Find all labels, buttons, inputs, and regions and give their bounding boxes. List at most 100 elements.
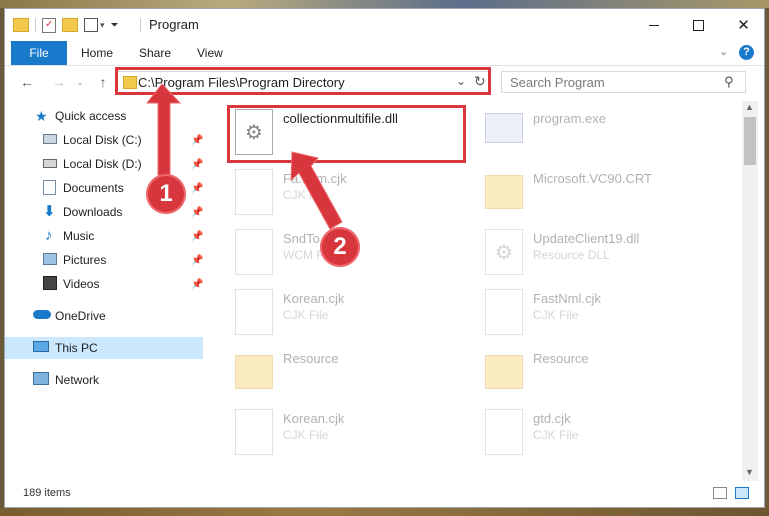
- pin-icon[interactable]: 📌: [191, 207, 203, 218]
- file-item-program-exe[interactable]: program.exe: [467, 105, 707, 161]
- pin-icon[interactable]: 📌: [191, 159, 203, 170]
- file-type: CJK File: [283, 188, 329, 202]
- folder-icon: [235, 355, 273, 389]
- drive-icon: [43, 134, 57, 144]
- drive-icon: [43, 159, 57, 168]
- download-arrow-icon: ⬇: [43, 203, 56, 220]
- file-name: Resource: [283, 351, 339, 366]
- file-type: CJK File: [533, 428, 579, 442]
- file-name: FastNml.cjk: [533, 291, 601, 306]
- file-name: Fa...em.cjk: [283, 171, 347, 186]
- monitor-icon: [33, 341, 49, 352]
- minimize-button[interactable]: [631, 9, 676, 41]
- help-icon[interactable]: ?: [739, 45, 754, 60]
- sidebar-item-network[interactable]: Network: [5, 369, 203, 391]
- file-item-korean-cjk[interactable]: Korean.cjk CJK File: [217, 285, 457, 341]
- sidebar-item-onedrive[interactable]: OneDrive: [5, 305, 203, 327]
- star-icon: ★: [35, 108, 48, 124]
- folder-icon: [485, 355, 523, 389]
- window-title: Program: [149, 17, 199, 32]
- chevron-down-icon[interactable]: ▾: [100, 20, 105, 31]
- file-item-resource-folder[interactable]: Resource: [217, 345, 457, 401]
- sidebar-item-local-disk-d[interactable]: Local Disk (D:) 📌: [5, 153, 203, 175]
- file-type: Resource DLL: [533, 248, 610, 262]
- pin-icon[interactable]: 📌: [191, 255, 203, 266]
- search-input[interactable]: [502, 72, 720, 92]
- blank-file-icon: [235, 229, 273, 275]
- sidebar-item-label: Local Disk (C:): [63, 133, 142, 147]
- dll-file-highlight: [227, 105, 466, 163]
- details-view-icon[interactable]: [713, 487, 727, 499]
- file-item-gtd-cjk[interactable]: gtd.cjk CJK File: [467, 405, 707, 461]
- tab-file[interactable]: File: [11, 41, 67, 65]
- file-name: Resource: [533, 351, 589, 366]
- recent-locations-button[interactable]: ⌄: [73, 72, 87, 92]
- music-note-icon: ♪: [45, 227, 53, 244]
- file-type: CJK File: [533, 308, 579, 322]
- sidebar-item-quick-access[interactable]: ★ Quick access: [5, 105, 203, 127]
- ribbon-tabs: File Home Share View ⌄ ?: [5, 41, 764, 66]
- pin-icon[interactable]: 📌: [191, 279, 203, 290]
- up-arrow-icon: ↑: [99, 74, 107, 90]
- navigation-pane: ★ Quick access Local Disk (C:) 📌 Local D…: [5, 105, 205, 480]
- back-button[interactable]: ←: [17, 72, 37, 92]
- sidebar-item-videos[interactable]: Videos 📌: [5, 273, 203, 295]
- blank-file-icon: [235, 289, 273, 335]
- file-type: CJK File: [283, 308, 329, 322]
- vertical-scrollbar[interactable]: ▲ ▼: [742, 101, 758, 481]
- up-button[interactable]: ↑: [93, 72, 113, 92]
- blank-file-icon: [485, 409, 523, 455]
- forward-button[interactable]: →: [49, 72, 69, 92]
- sidebar-item-label: Local Disk (D:): [63, 157, 142, 171]
- pin-icon[interactable]: 📌: [191, 183, 203, 194]
- pin-icon[interactable]: 📌: [191, 231, 203, 242]
- pin-icon[interactable]: 📌: [191, 135, 203, 146]
- minimize-icon: [648, 24, 659, 26]
- tab-share[interactable]: Share: [139, 41, 171, 65]
- pictures-icon: [43, 253, 57, 265]
- cloud-icon: [33, 310, 51, 319]
- step-1-badge: 1: [146, 174, 186, 214]
- forward-arrow-icon: →: [52, 74, 66, 90]
- file-item-cjk[interactable]: Fa...em.cjk CJK File: [217, 165, 457, 221]
- file-name: gtd.cjk: [533, 411, 571, 426]
- sidebar-item-label: Pictures: [63, 253, 107, 267]
- sidebar-item-label: OneDrive: [55, 309, 106, 323]
- search-icon[interactable]: ⚲: [724, 74, 734, 90]
- scroll-up-arrow-icon[interactable]: ▲: [745, 102, 754, 112]
- sidebar-item-label: Documents: [63, 181, 124, 195]
- scroll-down-arrow-icon[interactable]: ▼: [745, 467, 754, 477]
- file-item-fastnml-cjk[interactable]: FastNml.cjk CJK File: [467, 285, 707, 341]
- sidebar-item-pictures[interactable]: Pictures 📌: [5, 249, 203, 271]
- quick-access-toolbar: ✓ ▾ ⏷: [13, 16, 119, 34]
- expand-ribbon-chevron-icon[interactable]: ⌄: [719, 45, 728, 58]
- sidebar-item-this-pc[interactable]: This PC: [5, 337, 203, 359]
- tab-home[interactable]: Home: [81, 41, 113, 65]
- search-box[interactable]: ⚲: [501, 71, 746, 93]
- maximize-button[interactable]: [676, 9, 721, 41]
- file-item-resource-folder[interactable]: Resource: [467, 345, 707, 401]
- file-name: Microsoft.VC90.CRT: [533, 171, 652, 186]
- scrollbar-thumb[interactable]: [744, 117, 756, 165]
- status-bar: 189 items: [5, 481, 764, 507]
- file-name: Korean.cjk: [283, 291, 345, 306]
- sidebar-item-local-disk-c[interactable]: Local Disk (C:) 📌: [5, 129, 203, 151]
- file-item-korean-cjk[interactable]: Korean.cjk CJK File: [217, 405, 457, 461]
- title-bar: ✓ ▾ ⏷ Program ✕: [5, 9, 764, 41]
- tab-view[interactable]: View: [197, 41, 223, 65]
- file-item-microsoft-vc90-crt[interactable]: Microsoft.VC90.CRT: [467, 165, 707, 221]
- close-button[interactable]: ✕: [721, 9, 764, 41]
- large-icons-view-icon[interactable]: [735, 487, 749, 499]
- customize-dropdown-icon[interactable]: ⏷: [111, 20, 119, 31]
- file-item-updateclient19-dll[interactable]: ⚙ UpdateClient19.dll Resource DLL: [467, 225, 707, 281]
- sidebar-item-label: Downloads: [63, 205, 123, 219]
- sidebar-item-label: Quick access: [55, 109, 127, 123]
- address-bar-highlight: [115, 67, 491, 95]
- sidebar-item-music[interactable]: ♪ Music 📌: [5, 225, 203, 247]
- folder-icon[interactable]: [13, 18, 29, 32]
- close-icon: ✕: [737, 17, 750, 34]
- new-folder-icon[interactable]: [62, 18, 78, 32]
- sidebar-item-label: Music: [63, 229, 95, 243]
- view-list-icon[interactable]: [84, 18, 98, 32]
- properties-check-icon[interactable]: ✓: [42, 17, 56, 33]
